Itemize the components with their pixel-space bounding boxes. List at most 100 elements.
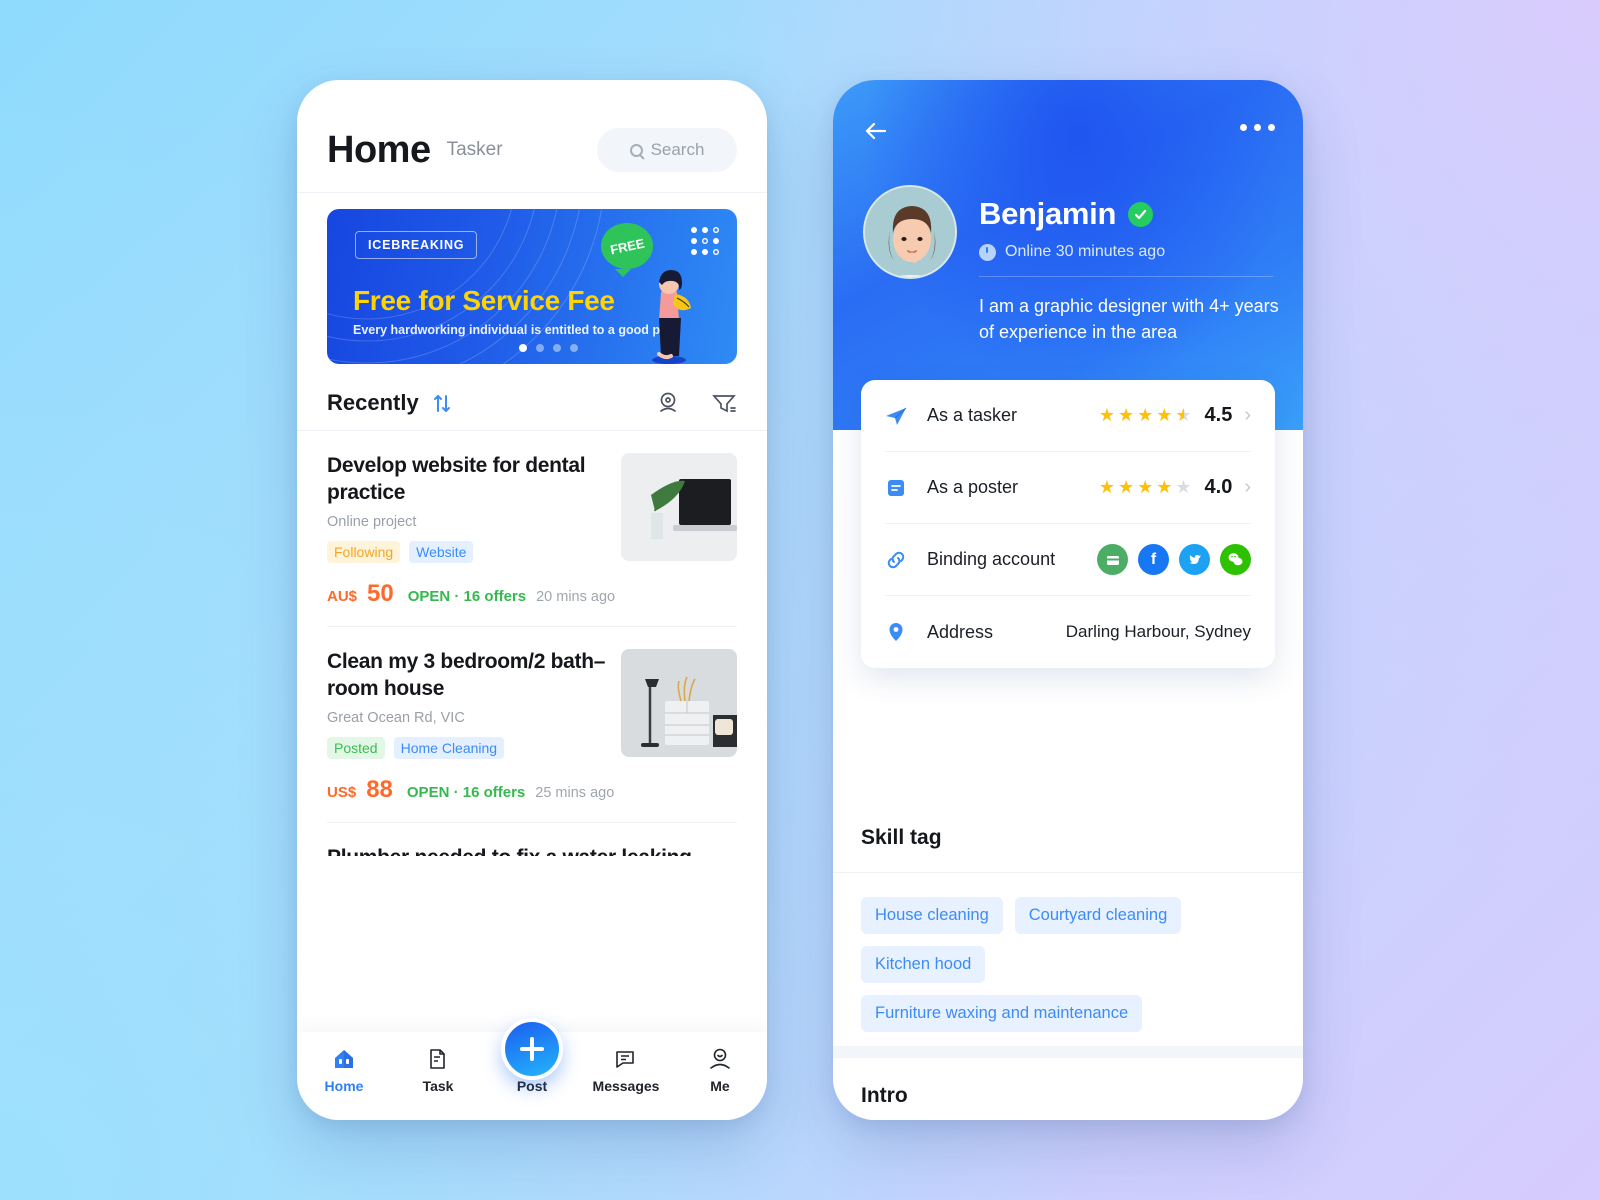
- send-plane-icon: [886, 407, 907, 425]
- home-icon: [335, 1050, 353, 1068]
- skill-tag-section: Skill tag House cleaning Courtyard clean…: [833, 800, 1303, 1046]
- table-row[interactable]: Plumber needed to fix a water leaking is…: [327, 823, 737, 857]
- person-icon: [710, 1048, 730, 1069]
- recently-header: Recently: [297, 364, 767, 431]
- document-icon: [430, 1049, 445, 1069]
- banner-pagination[interactable]: [519, 344, 578, 352]
- banner-dot[interactable]: [570, 344, 578, 352]
- intro-section: Intro I am an industrial designer, with …: [833, 1058, 1303, 1120]
- banner-dot[interactable]: [553, 344, 561, 352]
- skill-chips: House cleaning Courtyard cleaning Kitche…: [833, 873, 1303, 1046]
- tab-label: Messages: [592, 1078, 660, 1094]
- binding-accounts: f: [1097, 544, 1251, 575]
- skill-chip[interactable]: Furniture waxing and maintenance: [861, 995, 1143, 1032]
- note-icon: [888, 479, 904, 496]
- promo-banner[interactable]: ICEBREAKING Free for Service Fee Every h…: [327, 209, 737, 364]
- tab-home[interactable]: Home: [297, 1046, 391, 1094]
- skill-chip[interactable]: Kitchen hood: [861, 946, 986, 983]
- section-title: Skill tag: [833, 800, 1303, 873]
- online-status: Online 30 minutes ago: [1005, 243, 1166, 260]
- task-title: Plumber needed to fix a water leaking is…: [327, 845, 737, 857]
- post-button[interactable]: [501, 1018, 563, 1080]
- info-row-address[interactable]: Address Darling Harbour, Sydney: [885, 596, 1251, 668]
- category-badge: Website: [409, 540, 474, 563]
- banner-dot[interactable]: [536, 344, 544, 352]
- banner-dot-grid-decoration: [691, 227, 719, 255]
- verified-check-icon: [1128, 201, 1154, 227]
- tab-label: Me: [710, 1078, 730, 1094]
- clock-icon: [979, 243, 996, 261]
- search-placeholder: Search: [650, 140, 705, 159]
- skill-chip[interactable]: House cleaning: [861, 897, 1003, 934]
- sort-arrows-icon[interactable]: [432, 392, 452, 414]
- tab-post[interactable]: Post: [485, 1018, 579, 1094]
- section-divider: [833, 1046, 1303, 1058]
- task-title: Develop website for dental practice: [327, 454, 586, 504]
- task-meta: US$ 88 OPEN · 16 offers 25 mins ago: [327, 776, 737, 804]
- section-title: Intro: [833, 1058, 1303, 1120]
- wechat-icon[interactable]: [1220, 544, 1251, 575]
- chevron-right-icon: ›: [1244, 404, 1251, 426]
- profile-name: Benjamin: [979, 196, 1117, 231]
- rating-stars: ★ ★ ★ ★ ★: [1098, 405, 1193, 425]
- banner-badge: ICEBREAKING: [355, 231, 478, 259]
- tab-label: Home: [324, 1078, 364, 1094]
- back-arrow-icon[interactable]: [863, 118, 889, 144]
- more-options-icon[interactable]: [1240, 124, 1275, 131]
- task-currency: US$: [327, 783, 357, 801]
- task-offers: OPEN · 16 offers: [406, 783, 526, 801]
- profile-info-card: As a tasker ★★★★★ 4.5 › As a poster: [861, 380, 1275, 668]
- bottom-navigation: Home Task Post Messages Me: [297, 1018, 767, 1120]
- search-input[interactable]: Search: [597, 128, 737, 172]
- table-row[interactable]: Clean my 3 bedroom/2 bath–room house Gre…: [327, 627, 737, 823]
- tab-messages[interactable]: Messages: [579, 1046, 673, 1094]
- chat-bubble-icon: [616, 1051, 634, 1068]
- task-currency: AU$: [327, 587, 358, 605]
- bank-card-icon[interactable]: [1097, 544, 1128, 575]
- info-row-binding[interactable]: Binding account f: [885, 524, 1251, 596]
- rating-score: 4.0: [1204, 476, 1233, 498]
- avatar[interactable]: [863, 185, 957, 279]
- tab-me[interactable]: Me: [673, 1046, 767, 1094]
- task-amount: 88: [366, 775, 393, 803]
- chevron-right-icon: ›: [1244, 476, 1251, 498]
- online-status-row: Online 30 minutes ago: [979, 243, 1165, 261]
- info-label: As a poster: [927, 477, 1019, 497]
- category-badge: Home Cleaning: [393, 736, 505, 759]
- tab-label: Post: [516, 1078, 548, 1094]
- task-meta: AU$ 50 OPEN · 16 offers 20 mins ago: [327, 580, 737, 608]
- banner-headline: Free for Service Fee: [353, 285, 615, 316]
- info-label: As a tasker: [927, 405, 1018, 425]
- rating-score: 4.5: [1204, 404, 1233, 426]
- task-thumbnail: [621, 453, 737, 561]
- info-row-poster[interactable]: As a poster ★ ★ ★ ★ ★ 4.0 ›: [885, 452, 1251, 524]
- task-offers: OPEN · 16 offers: [407, 587, 527, 605]
- task-list[interactable]: Develop website for dental practice Onli…: [297, 431, 767, 856]
- search-icon: [629, 143, 643, 157]
- skill-chip[interactable]: Courtyard cleaning: [1014, 897, 1182, 934]
- section-title: Recently: [327, 390, 419, 415]
- task-time: 20 mins ago: [536, 588, 616, 605]
- info-row-tasker[interactable]: As a tasker ★ ★ ★ ★ ★ 4.5 ›: [885, 380, 1251, 452]
- rating-stars: ★ ★ ★ ★ ★: [1098, 477, 1193, 497]
- table-row[interactable]: Develop website for dental practice Onli…: [327, 431, 737, 627]
- info-label: Binding account: [927, 549, 1056, 569]
- task-title: Clean my 3 bedroom/2 bath–room house: [327, 649, 606, 700]
- banner-dot[interactable]: [519, 344, 527, 352]
- page-title: Home: [327, 128, 431, 171]
- profile-phone: Benjamin Online 30 minutes ago I am a gr…: [833, 80, 1303, 1120]
- location-pin-icon[interactable]: [655, 390, 681, 416]
- filter-icon[interactable]: [711, 390, 737, 416]
- facebook-icon[interactable]: f: [1138, 544, 1169, 575]
- twitter-icon[interactable]: [1179, 544, 1210, 575]
- tab-label: Task: [422, 1078, 454, 1094]
- task-thumbnail: [621, 648, 737, 757]
- status-badge: Following: [327, 540, 401, 563]
- home-header: Home Tasker Search: [297, 80, 767, 193]
- map-pin-icon: [889, 623, 903, 641]
- tab-task[interactable]: Task: [391, 1046, 485, 1094]
- link-icon: [887, 551, 905, 568]
- divider: [979, 276, 1273, 277]
- profile-header: Benjamin Online 30 minutes ago I am a gr…: [833, 80, 1303, 430]
- task-time: 25 mins ago: [535, 784, 615, 801]
